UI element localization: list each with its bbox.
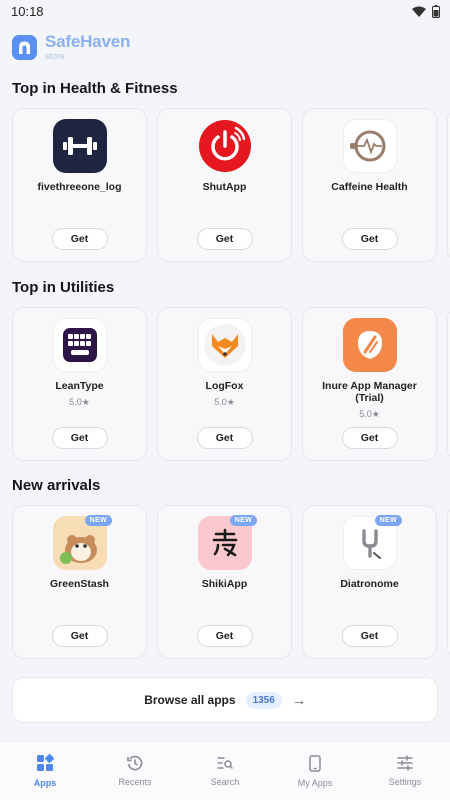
app-name: Caffeine Health [331,181,408,193]
app-rating: 5.0★ [69,397,90,407]
app-name: ShikiApp [201,578,248,590]
phone-icon [309,754,321,772]
get-button[interactable]: Get [51,625,108,647]
nav-item-search[interactable]: Search [180,742,270,800]
section-title-utilities: Top in Utilities [12,279,115,296]
section-title-new-arrivals: New arrivals [12,477,101,494]
new-badge: NEW [84,515,112,526]
browse-all-apps-button[interactable]: Browse all apps 1356 → [12,677,438,723]
sliders-icon [397,755,413,771]
get-button[interactable]: Get [51,427,108,449]
nav-label: Apps [33,778,57,788]
battery-icon [432,4,440,18]
new-badge: NEW [229,515,257,526]
app-card[interactable]: NEW ShikiApp Get [157,505,292,659]
get-button[interactable]: Get [196,427,253,449]
status-time: 10:18 [11,3,44,19]
app-name: ShutApp [202,181,247,193]
app-card[interactable]: LogFox 5.0★ Get [157,307,292,461]
nav-label: Settings [388,777,422,787]
nav-item-my-apps[interactable]: My Apps [270,742,360,800]
brand-subtitle: store [45,51,66,61]
status-bar: 10:18 [0,0,450,22]
nav-label: Recents [118,777,152,787]
app-rating: 5.0★ [214,397,235,407]
app-card[interactable]: LeanType 5.0★ Get [12,307,147,461]
get-button[interactable]: Get [51,228,108,250]
app-card[interactable]: Caffeine Health Get [302,108,437,262]
app-count-badge: 1356 [245,691,282,709]
app-name: Inure App Manager (Trial) [322,380,417,404]
get-button[interactable]: Get [341,228,398,250]
app-card[interactable]: NEW Diatronome Get [302,505,437,659]
dumbbell-icon [52,119,107,173]
coffee-heartbeat-icon [342,119,397,173]
nav-item-settings[interactable]: Settings [360,742,450,800]
fox-icon [197,318,252,372]
search-list-icon [217,757,233,769]
wifi-icon [412,6,426,17]
app-name: Diatronome [340,578,399,590]
nav-label: Search [210,777,240,787]
inure-icon [342,318,397,372]
app-rating: 5.0★ [359,409,380,419]
app-name: LogFox [205,380,244,392]
app-row-new-arrivals: NEW GreenStash Get NEW ShikiApp Get NEW … [12,505,450,659]
arrow-right-icon: → [291,692,306,708]
section-title-health: Top in Health & Fitness [12,80,178,97]
bottom-navigation: Apps Recents Search My Apps Settings [0,741,450,800]
nav-item-recents[interactable]: Recents [90,742,180,800]
get-button[interactable]: Get [196,228,253,250]
app-row-utilities: LeanType 5.0★ Get LogFox 5.0★ Get Inure … [12,307,450,461]
new-badge: NEW [374,515,402,526]
apps-grid-icon [37,754,54,771]
app-header: SafeHaven store [0,22,450,62]
keyboard-icon [52,318,107,372]
app-card[interactable]: ShutApp Get [157,108,292,262]
history-icon [127,755,143,771]
nav-label: My Apps [297,777,333,788]
app-name: GreenStash [50,578,109,590]
browse-all-label: Browse all apps [144,693,236,707]
brand-name: SafeHaven [45,32,131,51]
app-name: LeanType [55,380,104,392]
app-card[interactable]: NEW GreenStash Get [12,505,147,659]
power-icon [198,119,252,173]
nav-item-apps[interactable]: Apps [0,742,90,800]
get-button[interactable]: Get [196,625,253,647]
app-card[interactable]: fivethreeone_log Get [12,108,147,262]
get-button[interactable]: Get [341,427,398,449]
app-card[interactable]: Inure App Manager (Trial) 5.0★ Get [302,307,437,461]
status-icons [412,4,440,18]
app-name: fivethreeone_log [37,181,122,193]
app-row-health: fivethreeone_log Get ShutApp Get Caffein… [12,108,450,262]
safehaven-logo-icon [12,34,37,60]
brand: SafeHaven store [45,33,130,61]
get-button[interactable]: Get [341,625,398,647]
